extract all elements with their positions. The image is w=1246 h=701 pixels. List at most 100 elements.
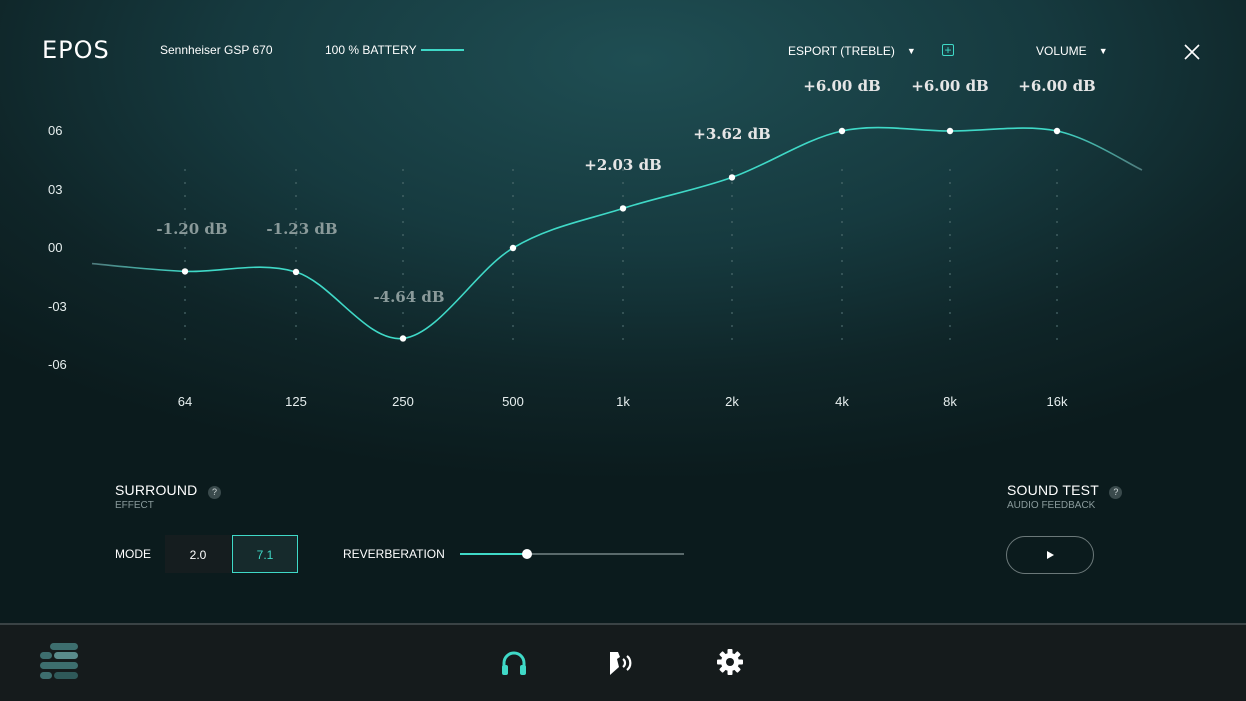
- eq-grid-dot: [1056, 247, 1058, 249]
- mode-label: MODE: [115, 547, 151, 561]
- eq-gain-label: -4.64 dB: [373, 288, 445, 306]
- eq-grid-dot: [1056, 221, 1058, 223]
- eq-grid-dot: [1056, 234, 1058, 236]
- eq-grid-dot: [949, 286, 951, 288]
- eq-grid-dot: [841, 182, 843, 184]
- menu-icon[interactable]: [40, 643, 80, 688]
- headphones-icon[interactable]: [500, 649, 528, 682]
- eq-grid-dot: [184, 195, 186, 197]
- eq-grid-dot: [622, 234, 624, 236]
- eq-grid-dot: [1056, 273, 1058, 275]
- eq-band-handle-125[interactable]: [292, 268, 300, 276]
- eq-grid-dot: [184, 247, 186, 249]
- eq-grid-dot: [731, 221, 733, 223]
- eq-grid-dot: [841, 325, 843, 327]
- eq-grid-dot: [402, 312, 404, 314]
- surround-subtitle: EFFECT: [115, 500, 154, 511]
- eq-x-tick-label: 8k: [943, 394, 957, 409]
- eq-grid-dot: [402, 208, 404, 210]
- eq-grid-dot: [512, 169, 514, 171]
- eq-grid-dot: [841, 234, 843, 236]
- eq-grid-dot: [512, 208, 514, 210]
- eq-grid-dot: [841, 208, 843, 210]
- eq-grid-dot: [841, 286, 843, 288]
- eq-grid-dot: [184, 169, 186, 171]
- sound-test-subtitle: AUDIO FEEDBACK: [1007, 500, 1096, 511]
- help-icon[interactable]: ?: [1109, 486, 1123, 499]
- eq-grid-dot: [512, 299, 514, 301]
- microphone-voice-icon[interactable]: [607, 649, 637, 682]
- eq-grid-dot: [731, 260, 733, 262]
- eq-grid-dot: [622, 338, 624, 340]
- reverberation-slider-fill: [460, 553, 528, 555]
- eq-band-handle-16k[interactable]: [1053, 127, 1061, 135]
- sound-test-header: SOUND TEST ? AUDIO FEEDBACK: [1007, 482, 1123, 511]
- eq-graph: [91, 126, 1143, 342]
- eq-grid-dot: [949, 260, 951, 262]
- eq-band-handle-64[interactable]: [181, 268, 189, 275]
- eq-grid-dot: [841, 312, 843, 314]
- eq-grid-dot: [841, 260, 843, 262]
- eq-grid-dot: [512, 234, 514, 236]
- eq-x-tick-label: 250: [392, 394, 414, 409]
- eq-grid-dot: [402, 169, 404, 171]
- eq-grid-dot: [731, 338, 733, 340]
- eq-grid-dot: [512, 221, 514, 223]
- eq-grid-dot: [1056, 208, 1058, 210]
- eq-grid-dot: [949, 195, 951, 197]
- help-icon[interactable]: ?: [207, 486, 221, 499]
- eq-gain-label: +2.03 dB: [584, 156, 662, 175]
- eq-grid-dot: [295, 338, 297, 340]
- eq-grid-dot: [1056, 169, 1058, 171]
- eq-x-tick-label: 125: [285, 394, 307, 409]
- eq-grid-dot: [512, 338, 514, 340]
- gear-icon[interactable]: [716, 648, 744, 681]
- eq-band-handle-8k[interactable]: [946, 127, 954, 135]
- eq-grid-dot: [731, 169, 733, 171]
- mode-7-1-button[interactable]: 7.1: [232, 535, 298, 573]
- eq-grid-dot: [731, 299, 733, 301]
- eq-grid-dot: [841, 195, 843, 197]
- eq-grid-dot: [512, 273, 514, 275]
- eq-grid-dot: [731, 286, 733, 288]
- eq-grid-dot: [731, 312, 733, 314]
- reverberation-label: REVERBERATION: [343, 547, 445, 561]
- eq-grid-dot: [295, 325, 297, 327]
- eq-grid-dot: [295, 182, 297, 184]
- sound-test-title: SOUND TEST: [1007, 482, 1099, 498]
- eq-grid-dot: [622, 221, 624, 223]
- surround-header: SURROUND ? EFFECT: [115, 482, 221, 511]
- eq-grid-dot: [731, 208, 733, 210]
- eq-grid-dot: [184, 286, 186, 288]
- eq-grid-dot: [622, 260, 624, 262]
- eq-grid-dot: [841, 299, 843, 301]
- eq-band-handle-4k[interactable]: [838, 127, 846, 135]
- eq-grid-dot: [402, 325, 404, 327]
- eq-grid-dot: [402, 273, 404, 275]
- eq-grid-dot: [949, 208, 951, 210]
- eq-band-handle-500[interactable]: [509, 244, 517, 252]
- eq-grid-dot: [1056, 312, 1058, 314]
- eq-grid-dot: [402, 195, 404, 197]
- sound-test-play-button[interactable]: [1006, 536, 1094, 574]
- eq-band-handle-2k[interactable]: [728, 174, 736, 181]
- eq-grid-dot: [184, 260, 186, 262]
- eq-grid-dot: [731, 195, 733, 197]
- eq-grid-dot: [949, 234, 951, 236]
- eq-band-handle-250[interactable]: [399, 335, 407, 342]
- eq-grid-dot: [622, 247, 624, 249]
- eq-gain-label: +6.00 dB: [911, 77, 989, 95]
- eq-grid-dot: [731, 234, 733, 236]
- eq-grid-dot: [402, 260, 404, 262]
- reverberation-slider-thumb[interactable]: [522, 549, 533, 559]
- eq-grid-dot: [1056, 182, 1058, 184]
- eq-grid-dot: [731, 325, 733, 327]
- eq-grid-dot: [841, 169, 843, 171]
- eq-grid-dot: [949, 182, 951, 184]
- eq-grid-dot: [184, 208, 186, 210]
- eq-grid-dot: [731, 182, 733, 184]
- eq-grid-dot: [949, 169, 951, 171]
- eq-band-handle-1k[interactable]: [619, 205, 627, 212]
- eq-grid-dot: [1056, 286, 1058, 288]
- mode-2-0-button[interactable]: 2.0: [165, 535, 231, 573]
